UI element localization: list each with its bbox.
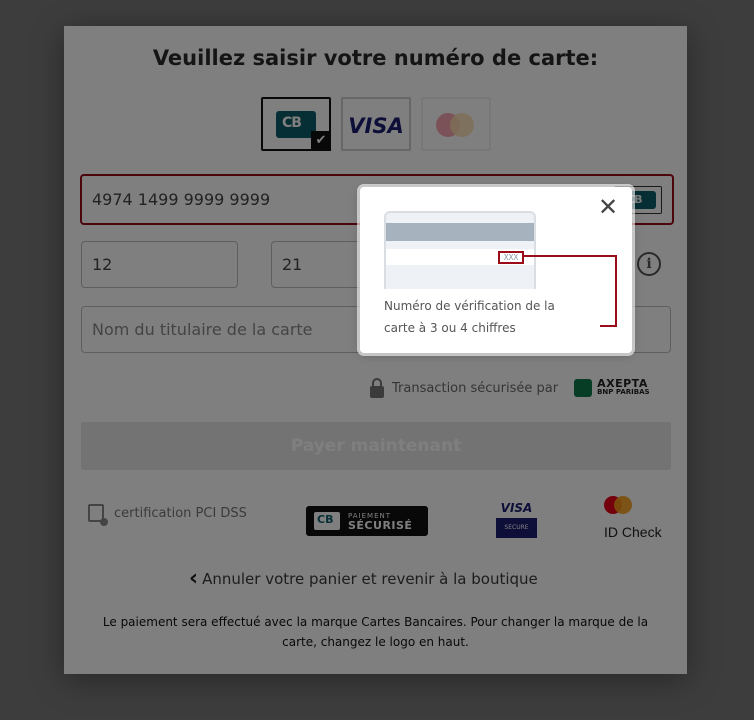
cvv-info-icon[interactable]: i — [637, 252, 661, 276]
cb-logo-text: CB — [282, 115, 302, 131]
security-badges: certification PCI DSS PAIEMENT SÉCURISÉ … — [64, 496, 687, 556]
id-check-badge: ID Check — [604, 496, 668, 540]
checkmark-icon: ✔ — [311, 131, 331, 151]
callout-line — [522, 255, 617, 257]
page-title: Veuillez saisir votre numéro de carte: — [152, 46, 599, 70]
close-icon[interactable]: ✕ — [596, 195, 620, 219]
id-check-label: ID Check — [604, 524, 662, 540]
axepta-name: AXEPTA — [597, 377, 648, 390]
certificate-icon — [88, 504, 108, 526]
brand-note: Le paiement sera effectué avec la marque… — [102, 615, 649, 649]
pci-badge: certification PCI DSS — [88, 504, 247, 526]
axepta-sub: BNP PARIBAS — [597, 388, 650, 396]
cvv-sample: XXX — [498, 251, 524, 264]
chevron-left-icon: ‹ — [189, 566, 199, 591]
brand-cb-option[interactable]: CB ✔ — [261, 97, 331, 151]
pay-now-button[interactable]: Payer maintenant — [81, 422, 671, 470]
cardholder-placeholder: Nom du titulaire de la carte — [92, 320, 313, 339]
expiry-month-input[interactable]: 12 — [81, 241, 238, 288]
cb-badge-icon — [314, 512, 340, 530]
visa-logo-icon: VISA — [348, 114, 404, 138]
secure-text: Transaction sécurisée par — [392, 380, 559, 396]
visa-secure-top: VISA — [496, 498, 537, 518]
expiry-month-value: 12 — [92, 255, 113, 274]
cvv-help-popup: ✕ XXX Numéro de vérification de la carte… — [360, 187, 632, 353]
brand-visa-option[interactable]: VISA — [341, 97, 411, 151]
magnetic-stripe — [386, 223, 534, 241]
card-number-value: 4974 1499 9999 9999 — [92, 190, 271, 209]
brand-mastercard-option[interactable] — [421, 97, 491, 151]
bnp-leaf-icon — [574, 379, 593, 397]
axepta-logo: AXEPTA BNP PARIBAS — [574, 377, 650, 397]
cvv-description: Numéro de vérification de la carte à 3 o… — [384, 299, 555, 335]
expiry-year-value: 21 — [282, 255, 303, 274]
paiement-securise-badge: PAIEMENT SÉCURISÉ — [306, 506, 428, 536]
callout-line-end — [600, 325, 617, 327]
visa-secure-badge: VISA SECURE — [496, 498, 537, 538]
pci-text: certification PCI DSS — [114, 505, 247, 521]
mastercard-circles-icon — [604, 496, 636, 516]
secure-transaction-row: Transaction sécurisée par AXEPTA BNP PAR… — [370, 378, 650, 398]
cancel-text: Annuler votre panier et revenir à la bou… — [202, 569, 538, 588]
cancel-link[interactable]: ‹ Annuler votre panier et revenir à la b… — [189, 566, 538, 591]
mastercard-logo-icon — [436, 113, 476, 137]
card-back-illustration: XXX — [384, 211, 536, 289]
callout-line-vertical — [615, 255, 617, 327]
cb-logo-icon: CB — [276, 111, 316, 138]
lock-icon — [370, 378, 384, 398]
paiement-line2: SÉCURISÉ — [348, 519, 413, 532]
visa-secure-bottom: SECURE — [496, 518, 537, 538]
